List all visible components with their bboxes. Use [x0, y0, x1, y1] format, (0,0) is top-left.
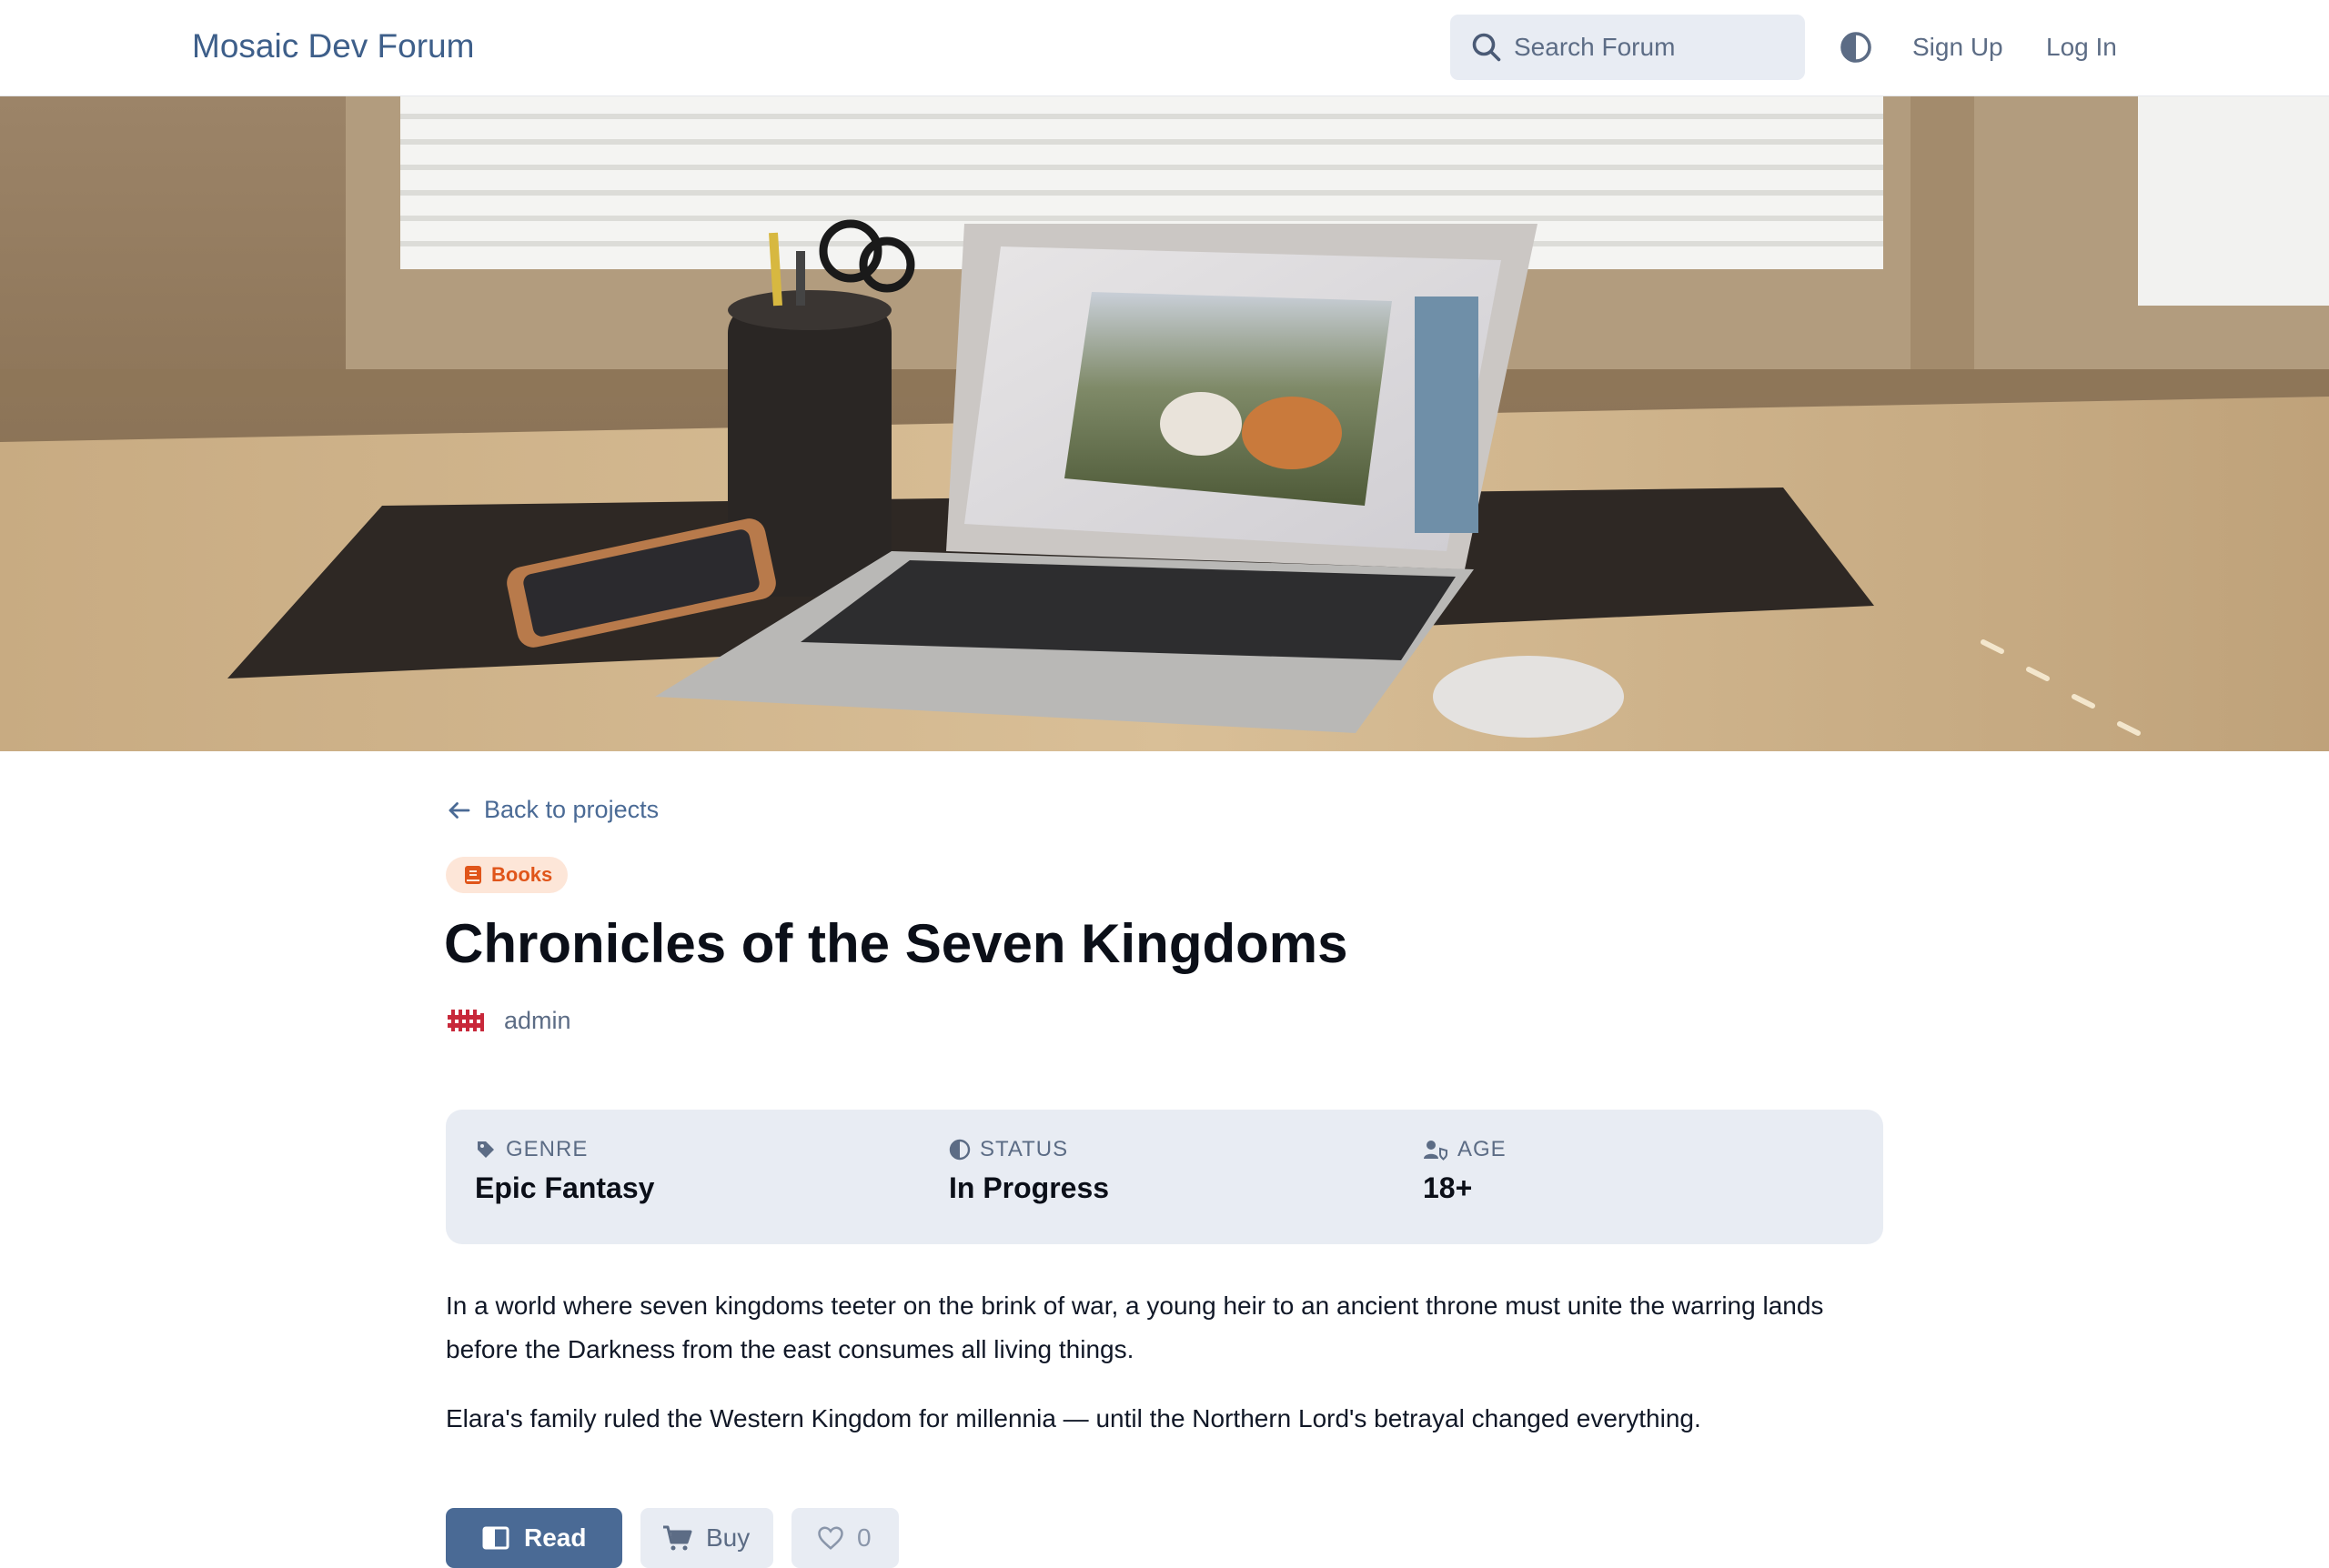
arrow-left-icon: [449, 801, 470, 819]
description-paragraph: Elara's family ruled the Western Kingdom…: [446, 1404, 1701, 1432]
log-in-link[interactable]: Log In: [2046, 30, 2117, 65]
top-navbar: Mosaic Dev Forum Sign Up Log In: [0, 0, 2329, 96]
user-shield-icon: [1424, 1141, 1447, 1161]
read-button[interactable]: Read: [446, 1508, 622, 1568]
author-name: admin: [504, 1006, 571, 1034]
book-icon: [465, 866, 481, 884]
status-info: STATUS In Progress: [949, 1137, 1109, 1205]
book-open-icon: [482, 1526, 509, 1550]
cart-icon: [663, 1525, 692, 1551]
like-button[interactable]: 0: [791, 1508, 899, 1568]
heart-icon: [818, 1526, 843, 1550]
status-value: In Progress: [949, 1171, 1110, 1204]
avatar: [448, 1010, 484, 1031]
age-info: AGE 18+: [1423, 1137, 1507, 1205]
search-icon: [1472, 33, 1501, 62]
category-badge[interactable]: Books: [446, 857, 569, 893]
genre-value: Epic Fantasy: [475, 1171, 655, 1204]
project-info-card: GENRE Epic Fantasy STATUS In Progress AG…: [446, 1110, 1883, 1244]
contrast-icon: [949, 1139, 971, 1161]
like-count: 0: [857, 1523, 872, 1552]
hero-image: [0, 96, 2329, 751]
search-input[interactable]: [1512, 15, 1785, 80]
buy-label: Buy: [706, 1523, 751, 1552]
tag-icon: [478, 1141, 494, 1158]
author-link[interactable]: admin: [446, 1000, 571, 1040]
age-value: 18+: [1423, 1171, 1473, 1204]
category-label: Books: [491, 863, 553, 886]
back-label: Back to projects: [484, 796, 660, 823]
buy-button[interactable]: Buy: [640, 1508, 773, 1568]
age-label: AGE: [1457, 1137, 1507, 1161]
genre-label: GENRE: [506, 1137, 589, 1161]
sign-up-link[interactable]: Sign Up: [1912, 30, 2003, 65]
project-title: Chronicles of the Seven Kingdoms: [444, 913, 1348, 974]
search-box[interactable]: [1450, 15, 1805, 80]
back-to-projects-link[interactable]: Back to projects: [446, 796, 659, 824]
genre-info: GENRE Epic Fantasy: [475, 1137, 654, 1205]
status-label: STATUS: [980, 1137, 1069, 1161]
description-paragraph: In a world where seven kingdoms teeter o…: [446, 1292, 1824, 1363]
brand-link[interactable]: Mosaic Dev Forum: [192, 25, 474, 67]
contrast-icon[interactable]: [1840, 31, 1872, 64]
read-label: Read: [524, 1523, 587, 1552]
